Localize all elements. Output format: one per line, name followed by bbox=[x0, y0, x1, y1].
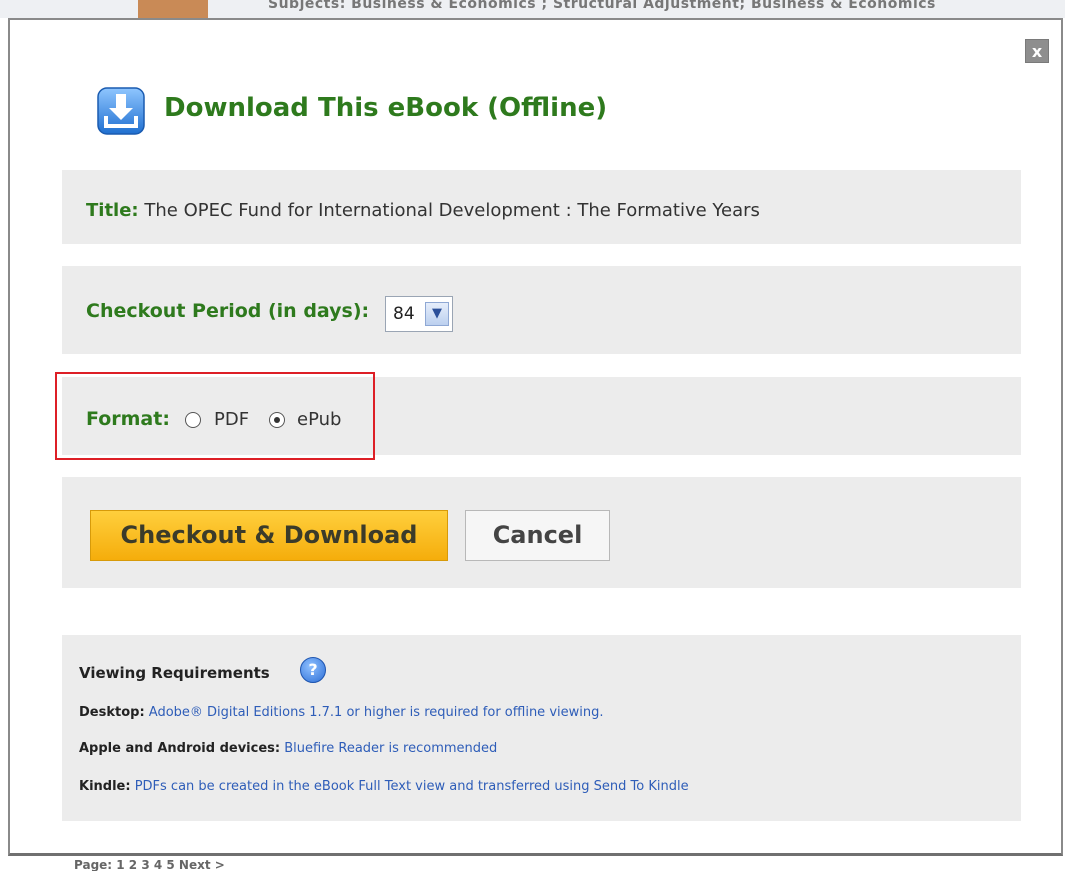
requirement-kindle: Kindle: PDFs can be created in the eBook… bbox=[79, 779, 689, 794]
requirement-kindle-label: Kindle: bbox=[79, 779, 131, 794]
checkout-period-label: Checkout Period (in days): bbox=[86, 300, 370, 322]
background-book-thumbnail bbox=[138, 0, 208, 18]
background-page-header: Subjects: Business & Economics ; Structu… bbox=[0, 0, 1065, 18]
dialog-title: Download This eBook (Offline) bbox=[164, 93, 608, 123]
chevron-down-icon[interactable]: ▼ bbox=[425, 302, 449, 326]
bluefire-reader-link[interactable]: Bluefire Reader is recommended bbox=[284, 741, 497, 756]
background-pagination-text: Page: 1 2 3 4 5 Next > bbox=[74, 858, 225, 871]
download-icon bbox=[97, 87, 145, 135]
requirement-desktop-label: Desktop: bbox=[79, 705, 145, 720]
format-highlight-box bbox=[55, 372, 375, 460]
requirement-mobile: Apple and Android devices: Bluefire Read… bbox=[79, 741, 497, 756]
adobe-digital-editions-link[interactable]: Adobe® Digital Editions 1.7.1 or higher … bbox=[149, 705, 604, 720]
send-to-kindle-link[interactable]: PDFs can be created in the eBook Full Te… bbox=[135, 779, 689, 794]
help-icon[interactable]: ? bbox=[300, 657, 326, 683]
book-title-value: The OPEC Fund for International Developm… bbox=[144, 200, 760, 221]
cancel-button[interactable]: Cancel bbox=[465, 510, 610, 561]
checkout-period-row: Checkout Period (in days): bbox=[86, 300, 369, 322]
background-pagination: Page: 1 2 3 4 5 Next > bbox=[0, 858, 1065, 871]
background-subjects-text: Subjects: Business & Economics ; Structu… bbox=[268, 0, 936, 12]
requirement-mobile-label: Apple and Android devices: bbox=[79, 741, 281, 756]
viewing-requirements-heading: Viewing Requirements bbox=[79, 664, 270, 682]
book-title-row: Title: The OPEC Fund for International D… bbox=[86, 200, 760, 221]
checkout-period-select[interactable]: 84 ▼ bbox=[385, 296, 453, 332]
checkout-download-button[interactable]: Checkout & Download bbox=[90, 510, 448, 561]
close-icon[interactable]: x bbox=[1025, 39, 1049, 63]
title-label: Title: bbox=[86, 200, 139, 221]
checkout-period-value: 84 bbox=[393, 304, 415, 324]
requirement-desktop: Desktop: Adobe® Digital Editions 1.7.1 o… bbox=[79, 705, 604, 720]
